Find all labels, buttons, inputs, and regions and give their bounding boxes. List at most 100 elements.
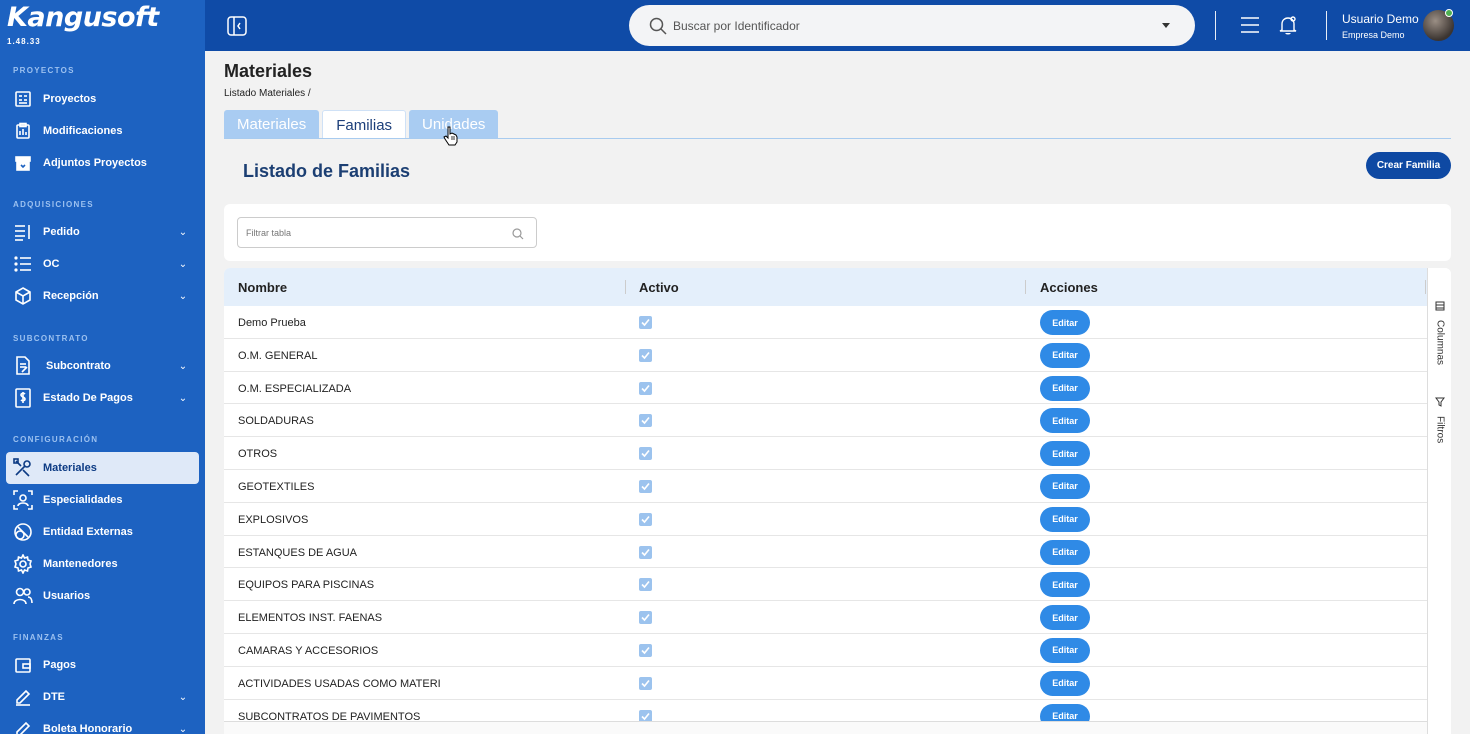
table-row: O.M. GENERAL Editar bbox=[224, 339, 1427, 372]
column-separator[interactable] bbox=[625, 280, 626, 294]
column-separator[interactable] bbox=[1425, 280, 1426, 294]
active-checkbox[interactable] bbox=[639, 578, 652, 592]
sidebar-item-label: Boleta Honorario bbox=[43, 723, 133, 734]
users-icon bbox=[12, 585, 34, 607]
sidebar-item-label: Entidad Externas bbox=[43, 526, 133, 538]
active-checkbox[interactable] bbox=[639, 447, 652, 461]
edit-button[interactable]: Editar bbox=[1040, 572, 1090, 598]
projects-icon bbox=[12, 88, 34, 110]
tab-materiales[interactable]: Materiales bbox=[224, 110, 320, 139]
row-name: EQUIPOS PARA PISCINAS bbox=[238, 579, 375, 592]
breadcrumb[interactable]: Listado Materiales / bbox=[224, 88, 311, 99]
section-heading: Listado de Familias bbox=[243, 161, 411, 181]
active-checkbox[interactable] bbox=[639, 611, 652, 625]
sidebar-item-pedido[interactable]: Pedido ⌄ bbox=[6, 216, 199, 248]
sidebar-item-label: Modificaciones bbox=[43, 125, 123, 137]
active-checkbox[interactable] bbox=[639, 316, 652, 329]
tab-familias[interactable]: Familias bbox=[322, 110, 407, 139]
active-checkbox[interactable] bbox=[639, 512, 652, 526]
row-name: Demo Prueba bbox=[238, 317, 306, 329]
sidebar-item-mantenedores[interactable]: Mantenedores bbox=[6, 548, 199, 580]
sidebar-item-subcontrato[interactable]: Subcontrato ⌄ bbox=[6, 350, 199, 382]
filters-label: Filtros bbox=[1434, 416, 1446, 444]
edit-button[interactable]: Editar bbox=[1040, 310, 1090, 335]
active-checkbox[interactable] bbox=[639, 643, 652, 657]
table-row: CAMARAS Y ACCESORIOS Editar bbox=[224, 634, 1427, 667]
chevron-down-icon: ⌄ bbox=[178, 258, 188, 270]
edit-button[interactable]: Editar bbox=[1040, 670, 1090, 696]
online-status-dot bbox=[1445, 9, 1453, 17]
column-header-acciones[interactable]: Acciones bbox=[1040, 280, 1098, 295]
user-name[interactable]: Usuario Demo bbox=[1342, 12, 1419, 26]
table-row: GEOTEXTILES Editar bbox=[224, 470, 1427, 503]
active-checkbox[interactable] bbox=[639, 381, 652, 395]
active-checkbox[interactable] bbox=[639, 545, 652, 559]
column-header-activo[interactable]: Activo bbox=[639, 280, 679, 295]
sidebar-item-entidad-externas[interactable]: Entidad Externas bbox=[6, 516, 199, 548]
column-header-nombre[interactable]: Nombre bbox=[238, 280, 287, 295]
row-name: O.M. ESPECIALIZADA bbox=[238, 382, 352, 395]
edit-button[interactable]: Editar bbox=[1040, 342, 1090, 368]
circles-icon bbox=[12, 521, 34, 543]
edit-button[interactable]: Editar bbox=[1040, 408, 1090, 434]
edit-button[interactable]: Editar bbox=[1040, 605, 1090, 631]
bell-icon[interactable] bbox=[1279, 15, 1297, 35]
sidebar-item-estado-de-pagos[interactable]: Estado De Pagos ⌄ bbox=[6, 382, 199, 414]
tools-icon bbox=[12, 457, 34, 479]
filter-table-input[interactable]: Filtrar tabla bbox=[237, 217, 537, 248]
sidebar-item-label: Estado De Pagos bbox=[43, 392, 133, 404]
edit-button[interactable]: Editar bbox=[1040, 473, 1090, 499]
sidebar-item-oc[interactable]: OC ⌄ bbox=[6, 248, 199, 280]
sidebar-item-especialidades[interactable]: Especialidades bbox=[6, 484, 199, 516]
sidebar-item-materiales[interactable]: Materiales bbox=[6, 452, 199, 484]
chevron-down-icon[interactable] bbox=[1162, 23, 1170, 28]
table-row: SOLDADURAS Editar bbox=[224, 404, 1427, 438]
sidebar-toggle-icon[interactable] bbox=[227, 16, 247, 36]
hamburger-menu-icon[interactable] bbox=[1240, 16, 1260, 34]
sidebar-item-label: Materiales bbox=[43, 462, 97, 474]
columns-panel-button[interactable]: Columnas bbox=[1430, 298, 1450, 365]
edit-button[interactable]: Editar bbox=[1040, 506, 1090, 532]
section-title-adquisiciones: ADQUISICIONES bbox=[13, 200, 94, 209]
sidebar-item-modificaciones[interactable]: Modificaciones bbox=[6, 115, 199, 147]
row-name: EXPLOSIVOS bbox=[238, 513, 309, 526]
sidebar-item-label: DTE bbox=[43, 691, 65, 703]
create-family-button[interactable]: Crear Familia bbox=[1366, 152, 1451, 179]
row-name: CAMARAS Y ACCESORIOS bbox=[238, 644, 379, 657]
search-input[interactable]: Buscar por Identificador bbox=[629, 5, 1195, 46]
box-icon bbox=[12, 285, 34, 307]
sidebar-item-label: Pagos bbox=[43, 659, 77, 671]
active-checkbox[interactable] bbox=[639, 479, 652, 493]
sidebar-item-label: Subcontrato bbox=[46, 360, 111, 372]
row-name: ELEMENTOS INST. FAENAS bbox=[238, 612, 383, 625]
active-checkbox[interactable] bbox=[639, 348, 652, 362]
sidebar-item-boleta-honorario[interactable]: Boleta Honorario ⌄ bbox=[6, 713, 199, 734]
sidebar-item-label: Mantenedores bbox=[43, 558, 118, 570]
chevron-down-icon: ⌄ bbox=[178, 290, 188, 302]
row-name: GEOTEXTILES bbox=[238, 480, 315, 493]
active-checkbox[interactable] bbox=[639, 676, 652, 690]
sidebar-item-pagos[interactable]: Pagos bbox=[6, 649, 199, 681]
edit-button[interactable]: Editar bbox=[1040, 375, 1090, 401]
table-row: OTROS Editar bbox=[224, 437, 1427, 470]
sidebar-item-usuarios[interactable]: Usuarios bbox=[6, 580, 199, 612]
row-name: SOLDADURAS bbox=[238, 415, 314, 428]
filters-panel-button[interactable]: Filtros bbox=[1430, 394, 1450, 443]
filter-card: Filtrar tabla bbox=[224, 204, 1451, 261]
edit-button[interactable]: Editar bbox=[1040, 441, 1090, 467]
chevron-down-icon: ⌄ bbox=[178, 226, 188, 238]
column-separator[interactable] bbox=[1025, 280, 1026, 294]
section-title-proyectos: PROYECTOS bbox=[13, 66, 75, 75]
sidebar-item-proyectos[interactable]: Proyectos bbox=[6, 83, 199, 115]
active-checkbox[interactable] bbox=[639, 414, 652, 428]
edit-button[interactable]: Editar bbox=[1040, 637, 1090, 663]
app-logo[interactable]: Kangusoft bbox=[7, 2, 159, 33]
edit-button[interactable]: Editar bbox=[1040, 539, 1090, 565]
sidebar-item-recepcion[interactable]: Recepción ⌄ bbox=[6, 280, 199, 312]
sidebar-item-dte[interactable]: DTE ⌄ bbox=[6, 681, 199, 713]
table-body: Demo Prueba Editar O.M. GENERAL Editar O.M. … bbox=[224, 306, 1427, 733]
filter-placeholder: Filtrar tabla bbox=[246, 227, 292, 238]
sidebar-item-adjuntos-proyectos[interactable]: Adjuntos Proyectos bbox=[6, 147, 199, 179]
table-row: EQUIPOS PARA PISCINAS Editar bbox=[224, 568, 1427, 602]
table-row: Demo Prueba Editar bbox=[224, 306, 1427, 339]
